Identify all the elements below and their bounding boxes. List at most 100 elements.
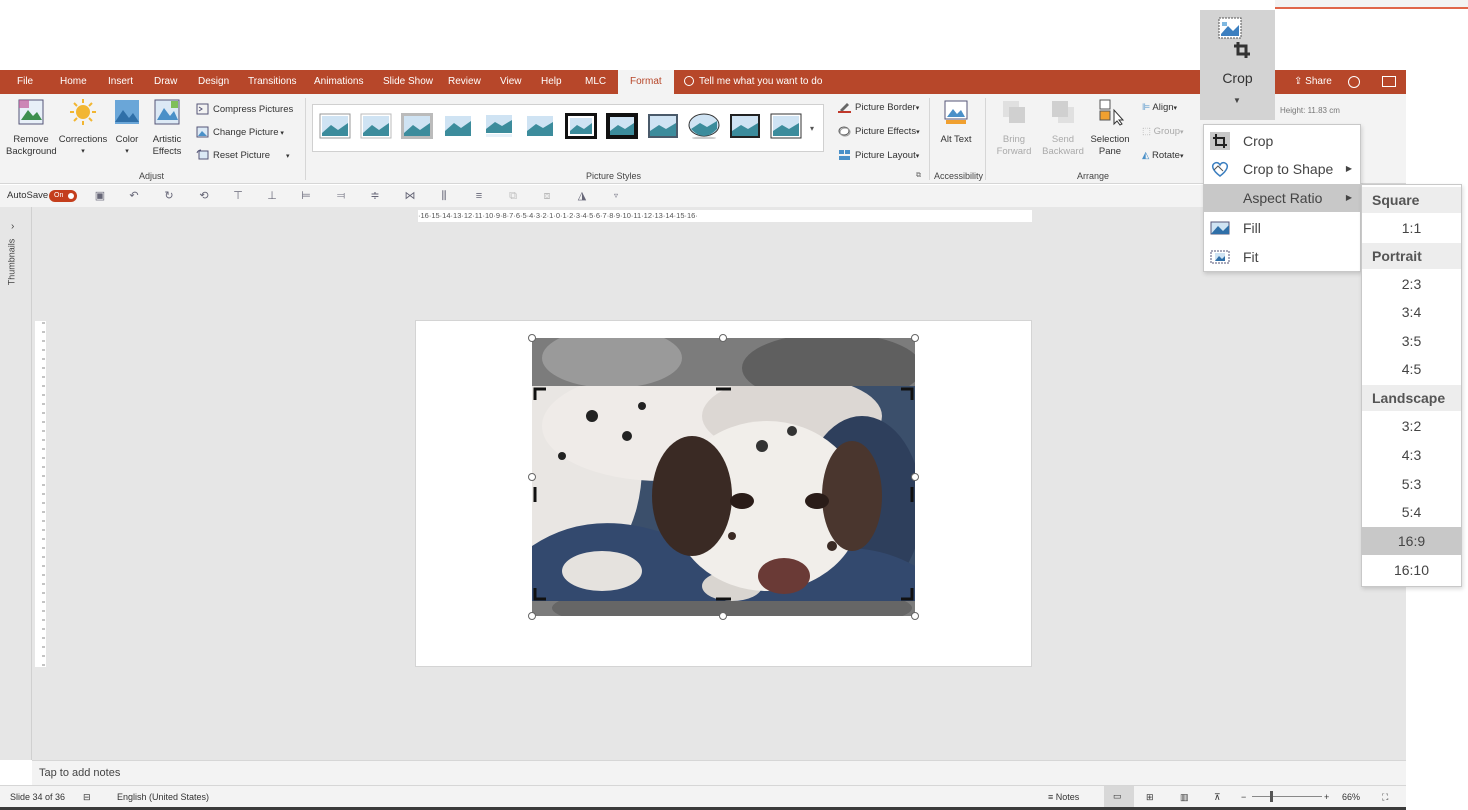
resize-handle-bottom[interactable] (719, 612, 727, 620)
style-thumb-11[interactable] (729, 113, 761, 139)
picture-layout-button[interactable]: Picture Layout▾ (838, 148, 919, 164)
menu-item-crop-to-shape[interactable]: Crop to Shape ▶ (1204, 155, 1362, 183)
style-thumb-9[interactable] (647, 113, 679, 139)
align-center-icon[interactable]: ≑ (369, 190, 381, 202)
ratio-1-1[interactable]: 1:1 (1362, 214, 1461, 242)
menu-item-fit[interactable]: Fit (1204, 243, 1362, 271)
style-thumb-10[interactable] (688, 113, 720, 139)
align-button[interactable]: ⊫ Align▾ (1142, 100, 1177, 116)
ratio-16-10[interactable]: 16:10 (1362, 556, 1461, 584)
history-icon[interactable] (1348, 76, 1360, 88)
gallery-more-button[interactable]: ▾ (810, 124, 814, 133)
distribute-vertical-icon[interactable]: ≡ (473, 190, 485, 202)
resize-handle-top-right[interactable] (911, 334, 919, 342)
save-icon[interactable]: ▣ (94, 190, 106, 202)
notes-placeholder[interactable]: Tap to add notes (39, 767, 120, 779)
slide-counter[interactable]: Slide 34 of 36 (10, 792, 65, 802)
tell-me-search[interactable]: Tell me what you want to do (684, 70, 822, 94)
group-button[interactable]: ⬚ Group▾ (1142, 124, 1184, 140)
zoom-level[interactable]: 66% (1342, 792, 1360, 802)
ratio-5-4[interactable]: 5:4 (1362, 498, 1461, 526)
ratio-5-3[interactable]: 5:3 (1362, 470, 1461, 498)
tab-animations[interactable]: Animations (314, 70, 363, 94)
tab-home[interactable]: Home (60, 70, 87, 94)
tab-view[interactable]: View (500, 70, 522, 94)
customize-qat-icon[interactable]: ▿ (610, 190, 622, 202)
chevron-down-icon[interactable]: ▼ (1233, 96, 1241, 105)
language-indicator[interactable]: English (United States) (117, 792, 209, 802)
style-thumb-5[interactable] (483, 113, 515, 139)
dialog-launcher-icon[interactable]: ⧉ (916, 172, 921, 180)
zoom-slider-thumb[interactable] (1270, 791, 1273, 802)
crop-split-button[interactable]: Crop ▼ (1200, 10, 1275, 120)
spell-check-icon[interactable]: ⊟ (83, 792, 91, 803)
tab-mlc[interactable]: MLC (585, 70, 606, 94)
zoom-slider[interactable] (1252, 796, 1322, 797)
qat-tool-1-icon[interactable]: ⟲ (198, 190, 210, 202)
redo-icon[interactable]: ↻ (163, 190, 175, 202)
chevron-right-icon[interactable]: › (11, 221, 14, 232)
height-field[interactable]: Height: 11.83 cm (1280, 106, 1340, 115)
ratio-16-9[interactable]: 16:9 (1362, 527, 1461, 555)
flip-icon[interactable]: ◮ (576, 190, 588, 202)
resize-handle-bottom-left[interactable] (528, 612, 536, 620)
align-left-icon[interactable]: ⊨ (300, 190, 312, 202)
align-middle-icon[interactable]: ⋈ (404, 190, 416, 202)
align-right-icon[interactable]: ⫤ (335, 190, 347, 202)
tab-draw[interactable]: Draw (154, 70, 177, 94)
ratio-4-3[interactable]: 4:3 (1362, 441, 1461, 469)
notes-button[interactable]: ≡ Notes (1048, 792, 1079, 802)
style-thumb-4[interactable] (442, 113, 474, 139)
style-thumb-6[interactable] (524, 113, 556, 139)
rotate-button[interactable]: ◭ Rotate▾ (1142, 148, 1183, 164)
ratio-3-2[interactable]: 3:2 (1362, 412, 1461, 440)
menu-item-fill[interactable]: Fill (1204, 214, 1362, 242)
ungroup-qat-icon[interactable]: ⧈ (541, 190, 553, 202)
tab-format[interactable]: Format (618, 70, 674, 94)
normal-view-button[interactable]: ▭ (1104, 786, 1134, 807)
slide-sorter-icon[interactable]: ⊞ (1146, 792, 1154, 803)
color-button[interactable]: Color ▾ (110, 98, 144, 158)
resize-handle-right[interactable] (911, 473, 919, 481)
compress-pictures-button[interactable]: Compress Pictures (196, 102, 293, 118)
menu-item-aspect-ratio[interactable]: Aspect Ratio ▶ (1204, 184, 1362, 212)
resize-handle-top[interactable] (719, 334, 727, 342)
style-thumb-1[interactable] (319, 113, 351, 139)
thumbnails-label[interactable]: Thumbnails (6, 239, 16, 286)
tab-design[interactable]: Design (198, 70, 229, 94)
ratio-4-5[interactable]: 4:5 (1362, 355, 1461, 383)
selected-picture[interactable] (532, 338, 915, 616)
share-button[interactable]: ⇪ Share (1294, 70, 1332, 94)
tab-slide-show[interactable]: Slide Show (383, 70, 433, 94)
ratio-3-5[interactable]: 3:5 (1362, 327, 1461, 355)
resize-handle-top-left[interactable] (528, 334, 536, 342)
notes-pane[interactable]: Tap to add notes (32, 760, 1406, 785)
style-thumb-7[interactable] (565, 113, 597, 139)
autosave-toggle[interactable]: On (49, 190, 77, 202)
style-thumb-12[interactable] (770, 113, 802, 139)
selection-pane-button[interactable]: Selection Pane (1090, 98, 1130, 158)
send-backward-button[interactable]: Send Backward (1040, 98, 1086, 158)
bring-forward-button[interactable]: Bring Forward (993, 98, 1035, 158)
slideshow-view-icon[interactable]: ⊼ (1214, 792, 1221, 803)
artistic-effects-button[interactable]: Artistic Effects (146, 98, 188, 158)
comments-icon[interactable] (1382, 76, 1396, 87)
ratio-3-4[interactable]: 3:4 (1362, 298, 1461, 326)
menu-item-crop[interactable]: Crop (1204, 127, 1362, 155)
tab-insert[interactable]: Insert (108, 70, 133, 94)
style-thumb-3[interactable] (401, 113, 433, 139)
group-qat-icon[interactable]: ⧉ (507, 190, 519, 202)
zoom-out-button[interactable]: − (1241, 792, 1246, 802)
reset-picture-button[interactable]: Reset Picture ▾ (196, 148, 290, 164)
ratio-2-3[interactable]: 2:3 (1362, 270, 1461, 298)
undo-icon[interactable]: ↶ (128, 190, 140, 202)
qat-tool-2-icon[interactable]: ⊤ (232, 190, 244, 202)
resize-handle-bottom-right[interactable] (911, 612, 919, 620)
tab-file[interactable]: File (17, 70, 33, 94)
tab-help[interactable]: Help (541, 70, 562, 94)
picture-border-button[interactable]: Picture Border▾ (838, 100, 919, 116)
alt-text-button[interactable]: Alt Text (940, 98, 972, 146)
remove-background-button[interactable]: Remove Background (6, 98, 57, 158)
tab-transitions[interactable]: Transitions (248, 70, 297, 94)
picture-styles-gallery[interactable] (312, 104, 824, 152)
